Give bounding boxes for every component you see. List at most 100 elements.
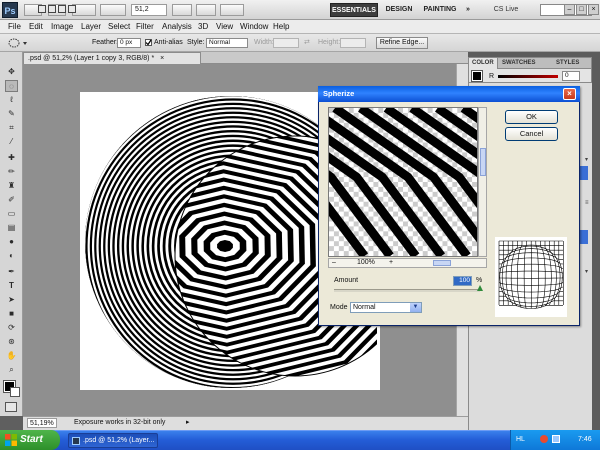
quick-mask-icon[interactable] xyxy=(5,402,17,412)
swap-icon[interactable]: ⇄ xyxy=(304,38,310,48)
menu-filter[interactable]: Filter xyxy=(134,20,156,34)
quick-selection-tool-icon[interactable]: ✎ xyxy=(5,108,18,120)
preview-scrollbar[interactable] xyxy=(478,107,487,257)
arrange-documents-icon[interactable] xyxy=(100,4,126,16)
amount-slider[interactable] xyxy=(334,289,480,292)
screen-mode-icon[interactable] xyxy=(220,4,244,16)
blur-tool-icon[interactable]: ● xyxy=(5,236,18,248)
history-brush-tool-icon[interactable]: ✐ xyxy=(5,194,18,206)
menu-select[interactable]: Select xyxy=(106,20,132,34)
pen-tool-icon[interactable]: ✒ xyxy=(5,266,18,278)
height-input[interactable] xyxy=(340,38,366,48)
preview-hscroll-thumb[interactable] xyxy=(433,260,451,266)
add-to-selection-icon[interactable] xyxy=(48,5,56,13)
status-menu-arrow-icon[interactable]: ▸ xyxy=(186,418,190,428)
path-selection-tool-icon[interactable]: ➤ xyxy=(5,294,18,306)
amount-input[interactable]: 100 xyxy=(453,276,472,286)
marquee-tool-preset-picker[interactable] xyxy=(6,37,30,49)
workspace-painting[interactable]: PAINTING xyxy=(420,3,460,17)
photoshop-taskbar-icon xyxy=(72,437,80,445)
3d-camera-tool-icon[interactable]: ⊛ xyxy=(5,336,18,348)
channel-label: R xyxy=(489,73,495,80)
menu-analysis[interactable]: Analysis xyxy=(160,20,194,34)
move-tool-icon[interactable]: ✥ xyxy=(5,66,18,78)
cs-live-button[interactable]: CS Live xyxy=(484,3,528,17)
3d-rotate-tool-icon[interactable]: ⟳ xyxy=(5,322,18,334)
antialias-checkbox[interactable] xyxy=(145,39,152,46)
chevron-down-icon[interactable]: ▼ xyxy=(410,303,421,312)
eraser-tool-icon[interactable]: ▭ xyxy=(5,208,18,220)
menu-layer[interactable]: Layer xyxy=(79,20,103,34)
red-channel-slider[interactable] xyxy=(498,75,558,78)
type-tool-icon[interactable]: T xyxy=(5,280,18,292)
preview-zoom-value: 100% xyxy=(357,259,375,266)
mode-label: Mode xyxy=(330,304,348,311)
zoom-out-icon[interactable]: – xyxy=(332,258,336,268)
feather-input[interactable]: 0 px xyxy=(117,38,141,48)
windows-flag-icon xyxy=(5,434,17,446)
rotate-view-icon[interactable] xyxy=(196,4,216,16)
spot-healing-tool-icon[interactable]: ✚ xyxy=(5,152,18,164)
style-select[interactable]: Normal xyxy=(206,38,248,48)
dialog-title-bar[interactable]: Spherize xyxy=(318,86,580,102)
app-close-icon[interactable]: × xyxy=(588,4,599,15)
tab-color[interactable]: COLOR xyxy=(469,58,498,69)
dodge-tool-icon[interactable]: ◐ xyxy=(5,250,18,262)
hand-tool-icon[interactable]: ✋ xyxy=(5,350,18,362)
menu-help[interactable]: Help xyxy=(271,20,291,34)
intersect-selection-icon[interactable] xyxy=(68,5,76,13)
minimize-icon[interactable]: – xyxy=(564,4,575,15)
tray-network-icon[interactable] xyxy=(552,435,560,443)
document-tab[interactable]: .psd @ 51,2% (Layer 1 copy 3, RGB/8) * × xyxy=(23,52,201,64)
menu-window[interactable]: Window xyxy=(238,20,270,34)
spherize-preview[interactable] xyxy=(328,107,478,257)
document-tab-close-icon[interactable]: × xyxy=(160,55,164,62)
tray-alert-icon[interactable] xyxy=(540,435,548,443)
subtract-from-selection-icon[interactable] xyxy=(58,5,66,13)
menu-3d[interactable]: 3D xyxy=(196,20,210,34)
zoom-tool-icon[interactable]: ⌕ xyxy=(5,364,18,376)
style-label: Style: xyxy=(187,39,205,46)
eyedropper-tool-icon[interactable]: ⁄ xyxy=(5,136,18,148)
zoom-level-field[interactable]: 51,2 xyxy=(131,4,167,16)
dialog-close-icon[interactable]: × xyxy=(563,88,576,100)
panel-scroll-arrow-icon[interactable]: ▾ xyxy=(585,268,592,275)
workspace-design[interactable]: DESIGN xyxy=(380,3,418,17)
language-indicator[interactable]: HL xyxy=(516,435,525,445)
preview-scroll-thumb[interactable] xyxy=(480,148,486,176)
workspace-overflow-button[interactable]: » xyxy=(462,3,474,17)
menu-edit[interactable]: Edit xyxy=(27,20,45,34)
lasso-tool-icon[interactable]: ℓ xyxy=(5,94,18,106)
zoom-in-icon[interactable]: + xyxy=(389,258,393,268)
cancel-button[interactable]: Cancel xyxy=(505,127,558,141)
height-label: Height: xyxy=(318,39,341,46)
tab-styles[interactable]: STYLES xyxy=(553,58,582,69)
refine-edge-button[interactable]: Refine Edge... xyxy=(376,37,428,49)
clone-stamp-tool-icon[interactable]: ♜ xyxy=(5,180,18,192)
amount-slider-thumb[interactable] xyxy=(477,285,483,291)
maximize-icon[interactable]: □ xyxy=(576,4,587,15)
menu-image[interactable]: Image xyxy=(49,20,75,34)
ok-button[interactable]: OK xyxy=(505,110,558,124)
marquee-tool-icon[interactable]: ◌ xyxy=(5,80,18,92)
brush-tool-icon[interactable]: ✏ xyxy=(5,166,18,178)
taskbar-photoshop-button[interactable]: .psd @ 51,2% (Layer... xyxy=(68,433,158,448)
gradient-tool-icon[interactable]: ▤ xyxy=(5,222,18,234)
hand-tool-icon[interactable] xyxy=(172,4,192,16)
status-zoom-field[interactable]: 51,19% xyxy=(27,418,57,428)
workspace-essentials[interactable]: ESSENTIALS xyxy=(330,3,378,17)
status-message: Exposure works in 32-bit only xyxy=(74,419,166,426)
width-input[interactable] xyxy=(273,38,299,48)
panel-collapse-icon[interactable]: ▾ xyxy=(585,156,592,163)
panel-options-icon[interactable]: ≡ xyxy=(585,200,592,207)
tab-swatches[interactable]: SWATCHES xyxy=(499,58,539,69)
menu-file[interactable]: File xyxy=(6,20,23,34)
rectangle-tool-icon[interactable]: ■ xyxy=(5,308,18,320)
new-selection-icon[interactable] xyxy=(38,5,46,13)
red-channel-input[interactable]: 0 xyxy=(562,71,580,81)
photoshop-logo: Ps xyxy=(2,2,18,18)
crop-tool-icon[interactable]: ⌗ xyxy=(5,122,18,134)
background-color-swatch[interactable] xyxy=(10,387,20,397)
panel-foreground-swatch[interactable] xyxy=(471,70,483,82)
menu-view[interactable]: View xyxy=(214,20,235,34)
